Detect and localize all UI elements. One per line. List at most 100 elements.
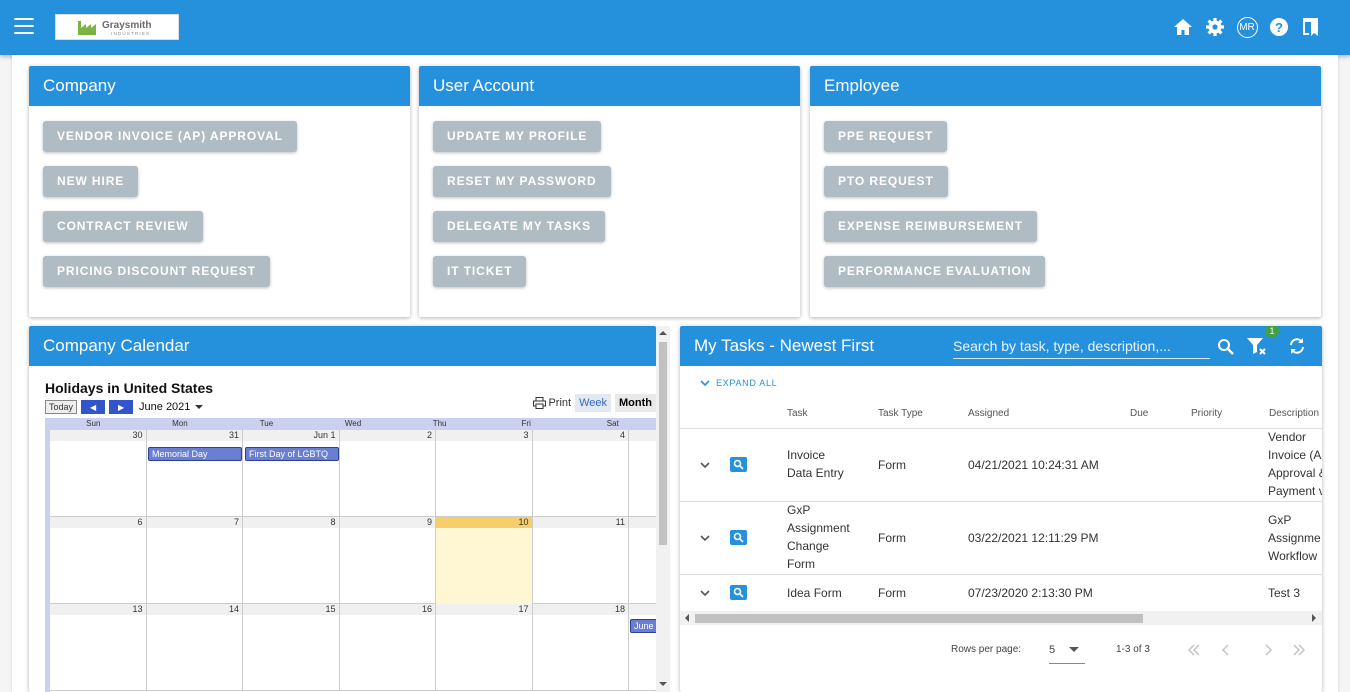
calendar-day[interactable]: 2 (339, 430, 436, 517)
user-avatar[interactable]: MR (1236, 16, 1258, 38)
task-type: Form (878, 586, 906, 600)
task-assigned: 04/21/2021 10:24:31 AM (968, 458, 1099, 472)
calendar-day[interactable]: 4 (532, 430, 629, 517)
gear-icon[interactable] (1204, 16, 1226, 38)
scroll-down-icon[interactable] (659, 681, 667, 687)
column-header-priority[interactable]: Priority (1191, 408, 1222, 419)
column-header-task[interactable]: Task (787, 408, 808, 419)
tasks-horizontal-scrollbar[interactable] (680, 611, 1322, 625)
task-name-line: Form (787, 557, 815, 571)
calendar-day[interactable]: 9 (339, 517, 436, 604)
calendar-day[interactable]: 5 (629, 430, 656, 517)
contract-review-button[interactable]: CONTRACT REVIEW (43, 211, 203, 242)
description-line: Approval & (1268, 466, 1322, 480)
calendar-day[interactable]: 6 (50, 517, 147, 604)
vendor-invoice-approval-button[interactable]: VENDOR INVOICE (AP) APPROVAL (43, 121, 297, 152)
calendar-day[interactable]: 16 (339, 604, 436, 691)
scroll-left-icon[interactable] (684, 614, 690, 622)
chevron-down-icon[interactable] (190, 402, 206, 412)
day-number: 30 (50, 430, 146, 441)
calendar-day[interactable]: 17 (436, 604, 533, 691)
calendar-day[interactable]: 31 (146, 430, 243, 517)
first-page-icon[interactable] (1187, 643, 1201, 657)
day-number: 13 (50, 604, 146, 615)
factory-icon (78, 21, 96, 35)
company-logo[interactable]: Graysmith INDUSTRIES (55, 14, 179, 40)
new-hire-button[interactable]: NEW HIRE (43, 166, 139, 197)
menu-icon[interactable] (14, 18, 34, 34)
performance-evaluation-button[interactable]: PERFORMANCE EVALUATION (824, 256, 1046, 287)
pto-request-button[interactable]: PTO REQUEST (824, 166, 948, 197)
scroll-right-icon[interactable] (1311, 614, 1317, 622)
column-header-task-type[interactable]: Task Type (878, 408, 923, 419)
column-header-assigned[interactable]: Assigned (968, 408, 1009, 419)
calendar-day[interactable]: 13 (50, 604, 147, 691)
column-header-description[interactable]: Description (1269, 408, 1319, 419)
chevron-down-icon[interactable] (698, 458, 712, 472)
scrollbar-thumb[interactable] (659, 342, 667, 545)
calendar-event-lgbtq[interactable]: First Day of LGBTQ (245, 447, 339, 461)
rows-per-page-value: 5 (1049, 644, 1056, 656)
top-bar: Graysmith INDUSTRIES MR ? (0, 0, 1350, 55)
scrollbar-thumb[interactable] (695, 614, 1143, 623)
reset-my-password-button[interactable]: RESET MY PASSWORD (433, 166, 611, 197)
view-task-button[interactable] (730, 530, 747, 545)
it-ticket-button[interactable]: IT TICKET (433, 256, 527, 287)
rows-per-page-select[interactable]: 5 (1049, 644, 1085, 664)
calendar-day[interactable]: 12 (629, 517, 656, 604)
calendar-day[interactable]: 3 (436, 430, 533, 517)
last-page-icon[interactable] (1292, 643, 1306, 657)
ppe-request-button[interactable]: PPE REQUEST (824, 121, 948, 152)
chevron-down-icon[interactable] (698, 586, 712, 600)
update-my-profile-button[interactable]: UPDATE MY PROFILE (433, 121, 602, 152)
next-page-icon[interactable] (1261, 643, 1275, 657)
month-selector[interactable]: June 2021 (139, 401, 190, 413)
calendar-day[interactable]: 11 (532, 517, 629, 604)
day-number: 19 (629, 604, 656, 615)
calendar-day[interactable]: 19 (629, 604, 656, 691)
refresh-icon[interactable] (1287, 337, 1307, 355)
previous-page-icon[interactable] (1219, 643, 1233, 657)
month-view-tab[interactable]: Month (615, 394, 656, 412)
calendar-day-today[interactable]: 10 (436, 517, 533, 604)
column-header-due[interactable]: Due (1130, 408, 1148, 419)
calendar-day[interactable]: 7 (146, 517, 243, 604)
scroll-up-icon[interactable] (659, 330, 667, 336)
description-line: Vendor (1268, 430, 1307, 444)
calendar-day[interactable]: Jun 1 (243, 430, 340, 517)
print-button[interactable]: Print (533, 397, 571, 409)
calendar-heading: Holidays in United States (45, 380, 214, 396)
help-icon[interactable]: ? (1268, 16, 1290, 38)
pricing-discount-request-button[interactable]: PRICING DISCOUNT REQUEST (43, 256, 270, 287)
days-of-week-row: Sun Mon Tue Wed Thu Fri Sat (50, 418, 656, 430)
task-search-input[interactable]: Search by task, type, description,... (953, 337, 1210, 359)
calendar-day[interactable]: 15 (243, 604, 340, 691)
expand-all-button[interactable]: EXPAND ALL (700, 378, 777, 388)
calendar-scrollbar[interactable] (656, 326, 670, 692)
calendar-day[interactable]: 14 (146, 604, 243, 691)
calendar-event-juneteenth[interactable]: June (630, 619, 656, 633)
view-task-button[interactable] (730, 457, 747, 472)
calendar-day[interactable]: 18 (532, 604, 629, 691)
description-line: Invoice (A (1268, 448, 1322, 462)
today-button[interactable]: Today (45, 400, 78, 414)
chevron-down-icon[interactable] (698, 531, 712, 545)
task-name-line: Change (787, 539, 830, 553)
divider (680, 501, 1322, 502)
view-task-button[interactable] (730, 585, 747, 600)
home-icon[interactable] (1172, 16, 1194, 38)
search-icon[interactable] (1217, 338, 1235, 356)
task-assigned: 03/22/2021 12:11:29 PM (968, 531, 1099, 545)
next-month-button[interactable]: ▶ (109, 400, 134, 414)
delegate-my-tasks-button[interactable]: DELEGATE MY TASKS (433, 211, 605, 242)
calendar-day[interactable]: 30 (50, 430, 147, 517)
calendar-day[interactable]: 8 (243, 517, 340, 604)
week-view-tab[interactable]: Week (575, 394, 612, 412)
expense-reimbursement-button[interactable]: EXPENSE REIMBURSEMENT (824, 211, 1037, 242)
my-tasks-card: My Tasks - Newest First Search by task, … (680, 326, 1322, 692)
prev-month-button[interactable]: ◀ (81, 400, 106, 414)
filter-clear-icon[interactable] (1246, 337, 1268, 357)
day-number: 11 (532, 517, 628, 528)
bookmark-icon[interactable] (1300, 16, 1322, 38)
calendar-event-memorial-day[interactable]: Memorial Day (148, 447, 242, 461)
